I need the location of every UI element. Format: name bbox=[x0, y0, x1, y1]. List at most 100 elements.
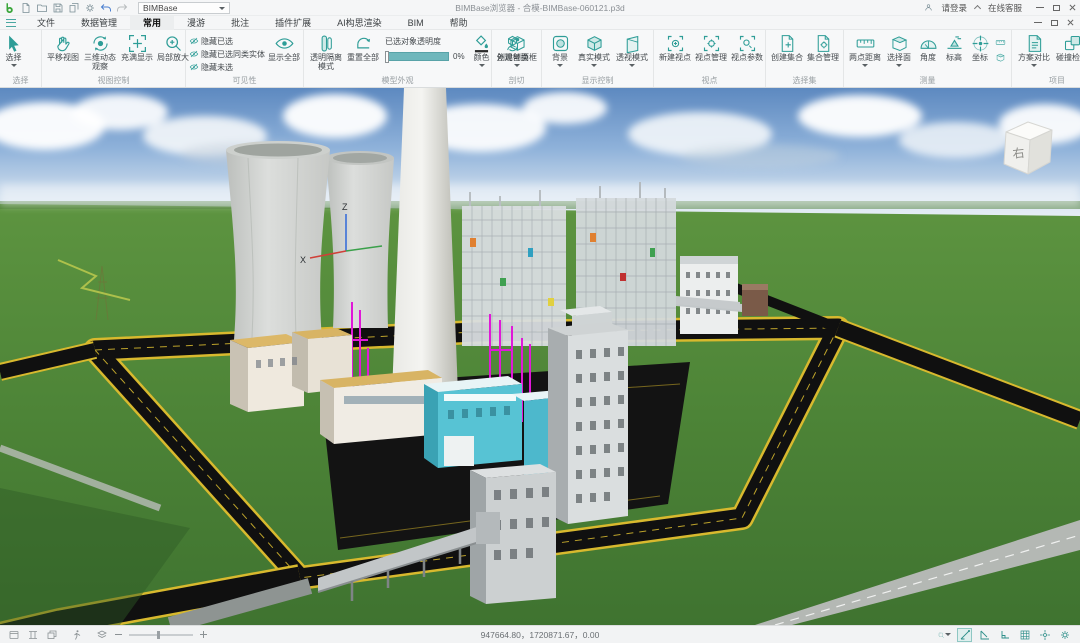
reset-all-button[interactable]: 重置全部 bbox=[345, 32, 381, 63]
transparency-slider-thumb[interactable] bbox=[385, 51, 389, 63]
tab-help[interactable]: 帮助 bbox=[437, 16, 481, 30]
group-label-model-appearance: 模型外观 bbox=[304, 76, 491, 87]
panel-columns-icon[interactable] bbox=[27, 629, 39, 641]
viewpoint-params-button[interactable]: 视点参数 bbox=[729, 32, 765, 63]
walk-mode-icon[interactable] bbox=[71, 629, 83, 641]
color-button[interactable]: 颜色 bbox=[469, 32, 495, 67]
viewpoint-new-icon bbox=[665, 33, 686, 54]
redo-icon[interactable] bbox=[116, 2, 128, 14]
close-icon[interactable] bbox=[1069, 4, 1076, 11]
cooling-tower-back[interactable] bbox=[326, 151, 394, 328]
cascade-windows-icon[interactable] bbox=[46, 629, 58, 641]
hand-icon bbox=[53, 33, 74, 54]
hide-unselected-button[interactable]: 隐藏未选 bbox=[189, 61, 265, 73]
save-icon[interactable] bbox=[52, 2, 64, 14]
hide-same-type-button[interactable]: 隐藏已选同类实体 bbox=[189, 48, 265, 60]
tab-roam[interactable]: 漫游 bbox=[174, 16, 218, 30]
select-face-button[interactable]: 选择面 bbox=[883, 32, 915, 67]
save-as-icon[interactable] bbox=[68, 2, 80, 14]
login-link[interactable]: 请登录 bbox=[941, 2, 967, 14]
snap-endpoint-button[interactable] bbox=[957, 628, 972, 642]
statusbar-settings-button[interactable] bbox=[1057, 628, 1072, 642]
distance-button[interactable]: 两点距离 bbox=[847, 32, 883, 67]
minimize-icon[interactable] bbox=[1036, 7, 1044, 8]
snap-nearest-button[interactable] bbox=[977, 628, 992, 642]
login-person-icon bbox=[924, 3, 933, 12]
zoom-fit-button[interactable]: 充满显示 bbox=[119, 32, 155, 63]
set-manage-button[interactable]: 集合管理 bbox=[805, 32, 841, 63]
dropdown-caret-icon bbox=[629, 64, 635, 67]
layers-icon[interactable] bbox=[96, 629, 108, 641]
protractor-icon bbox=[918, 33, 939, 54]
tab-bim[interactable]: BIM bbox=[395, 16, 437, 30]
grid-toggle-button[interactable] bbox=[1017, 628, 1032, 642]
viewport-3d[interactable]: 右 Z X bbox=[0, 88, 1080, 625]
show-all-button[interactable]: 显示全部 bbox=[267, 32, 301, 63]
app-mode-selector[interactable]: BIMBase bbox=[138, 2, 230, 14]
new-viewpoint-label: 新建视点 bbox=[659, 54, 691, 63]
background-button[interactable]: 背景 bbox=[545, 32, 575, 67]
tab-data-management[interactable]: 数据管理 bbox=[68, 16, 130, 30]
corner-icon bbox=[999, 629, 1011, 641]
hide-selected-button[interactable]: 隐藏已选 bbox=[189, 35, 265, 47]
scheme-compare-button[interactable]: 方案对比 bbox=[1015, 32, 1053, 67]
snap-axis-icon bbox=[979, 629, 991, 641]
viewpoint-manage-button[interactable]: 视点管理 bbox=[693, 32, 729, 63]
speed-slider[interactable] bbox=[129, 634, 193, 636]
tab-plugin-extension[interactable]: 插件扩展 bbox=[262, 16, 324, 30]
hamburger-menu-icon[interactable] bbox=[6, 19, 16, 27]
clash-detect-label: 碰撞检测 bbox=[1056, 54, 1080, 63]
viewport-3d-scene[interactable]: 右 Z X bbox=[0, 88, 1080, 625]
new-file-icon[interactable] bbox=[20, 2, 32, 14]
coordinate-button[interactable]: 坐标 bbox=[967, 32, 993, 63]
perspective-mode-label: 透视模式 bbox=[616, 54, 648, 63]
realistic-mode-button[interactable]: 真实模式 bbox=[575, 32, 613, 67]
doc-restore-icon[interactable] bbox=[1051, 20, 1058, 26]
online-support-link[interactable]: 在线客服 bbox=[988, 2, 1022, 14]
tab-annotation[interactable]: 批注 bbox=[218, 16, 262, 30]
transparency-slider[interactable] bbox=[385, 52, 449, 61]
tab-file[interactable]: 文件 bbox=[24, 16, 68, 30]
speed-plus-icon[interactable] bbox=[200, 631, 207, 638]
speed-minus-icon[interactable] bbox=[115, 634, 122, 635]
open-file-icon[interactable] bbox=[36, 2, 48, 14]
gear-icon bbox=[1059, 629, 1071, 641]
doc-minimize-icon[interactable] bbox=[1034, 22, 1042, 23]
transparent-isolate-button[interactable]: 透明隔离模式 bbox=[307, 32, 345, 71]
cooling-tower-front[interactable] bbox=[226, 141, 330, 340]
snap-perpendicular-button[interactable] bbox=[997, 628, 1012, 642]
undo-icon[interactable] bbox=[100, 2, 112, 14]
speed-slider-thumb[interactable] bbox=[157, 631, 160, 639]
tall-gray-building[interactable] bbox=[548, 306, 628, 524]
tab-ai-render[interactable]: AI构思渲染 bbox=[324, 16, 395, 30]
selection-filter-button[interactable] bbox=[937, 628, 952, 642]
dropdown-caret-icon bbox=[514, 64, 520, 67]
axis-x-label: X bbox=[300, 255, 306, 265]
clash-detect-button[interactable]: 碰撞检测 bbox=[1053, 32, 1080, 63]
layout-window-icon[interactable] bbox=[8, 629, 20, 641]
section-box-button[interactable]: 创建剖面框 bbox=[495, 32, 539, 67]
maximize-icon[interactable] bbox=[1053, 5, 1060, 11]
pan-view-button[interactable]: 平移视图 bbox=[45, 32, 81, 63]
eye-off-icon bbox=[189, 49, 199, 59]
create-set-button[interactable]: 创建集合 bbox=[769, 32, 805, 63]
orbit-label: 三维动态观察 bbox=[81, 54, 119, 71]
orbit-button[interactable]: 三维动态观察 bbox=[81, 32, 119, 71]
boiler-structure-left[interactable] bbox=[462, 190, 566, 346]
ribbon-group-visibility: 隐藏已选 隐藏已选同类实体 隐藏未选 显示全部 可见性 bbox=[186, 30, 304, 87]
new-viewpoint-button[interactable]: 新建视点 bbox=[657, 32, 693, 63]
doc-close-icon[interactable] bbox=[1067, 19, 1074, 26]
measure-extra-bottom-button[interactable] bbox=[993, 51, 1007, 64]
set-manage-label: 集合管理 bbox=[807, 54, 839, 63]
settings-gear-icon[interactable] bbox=[84, 2, 96, 14]
select-button[interactable]: 选择 bbox=[3, 32, 24, 67]
chevron-up-icon[interactable] bbox=[974, 5, 981, 12]
color-label: 颜色 bbox=[474, 54, 490, 63]
measure-extra-top-button[interactable] bbox=[993, 36, 1007, 49]
navigation-button[interactable] bbox=[1037, 628, 1052, 642]
face-icon bbox=[889, 33, 910, 54]
elevation-button[interactable]: 标高 bbox=[941, 32, 967, 63]
angle-button[interactable]: 角度 bbox=[915, 32, 941, 63]
tab-common[interactable]: 常用 bbox=[130, 16, 174, 30]
perspective-mode-button[interactable]: 透视模式 bbox=[613, 32, 651, 67]
